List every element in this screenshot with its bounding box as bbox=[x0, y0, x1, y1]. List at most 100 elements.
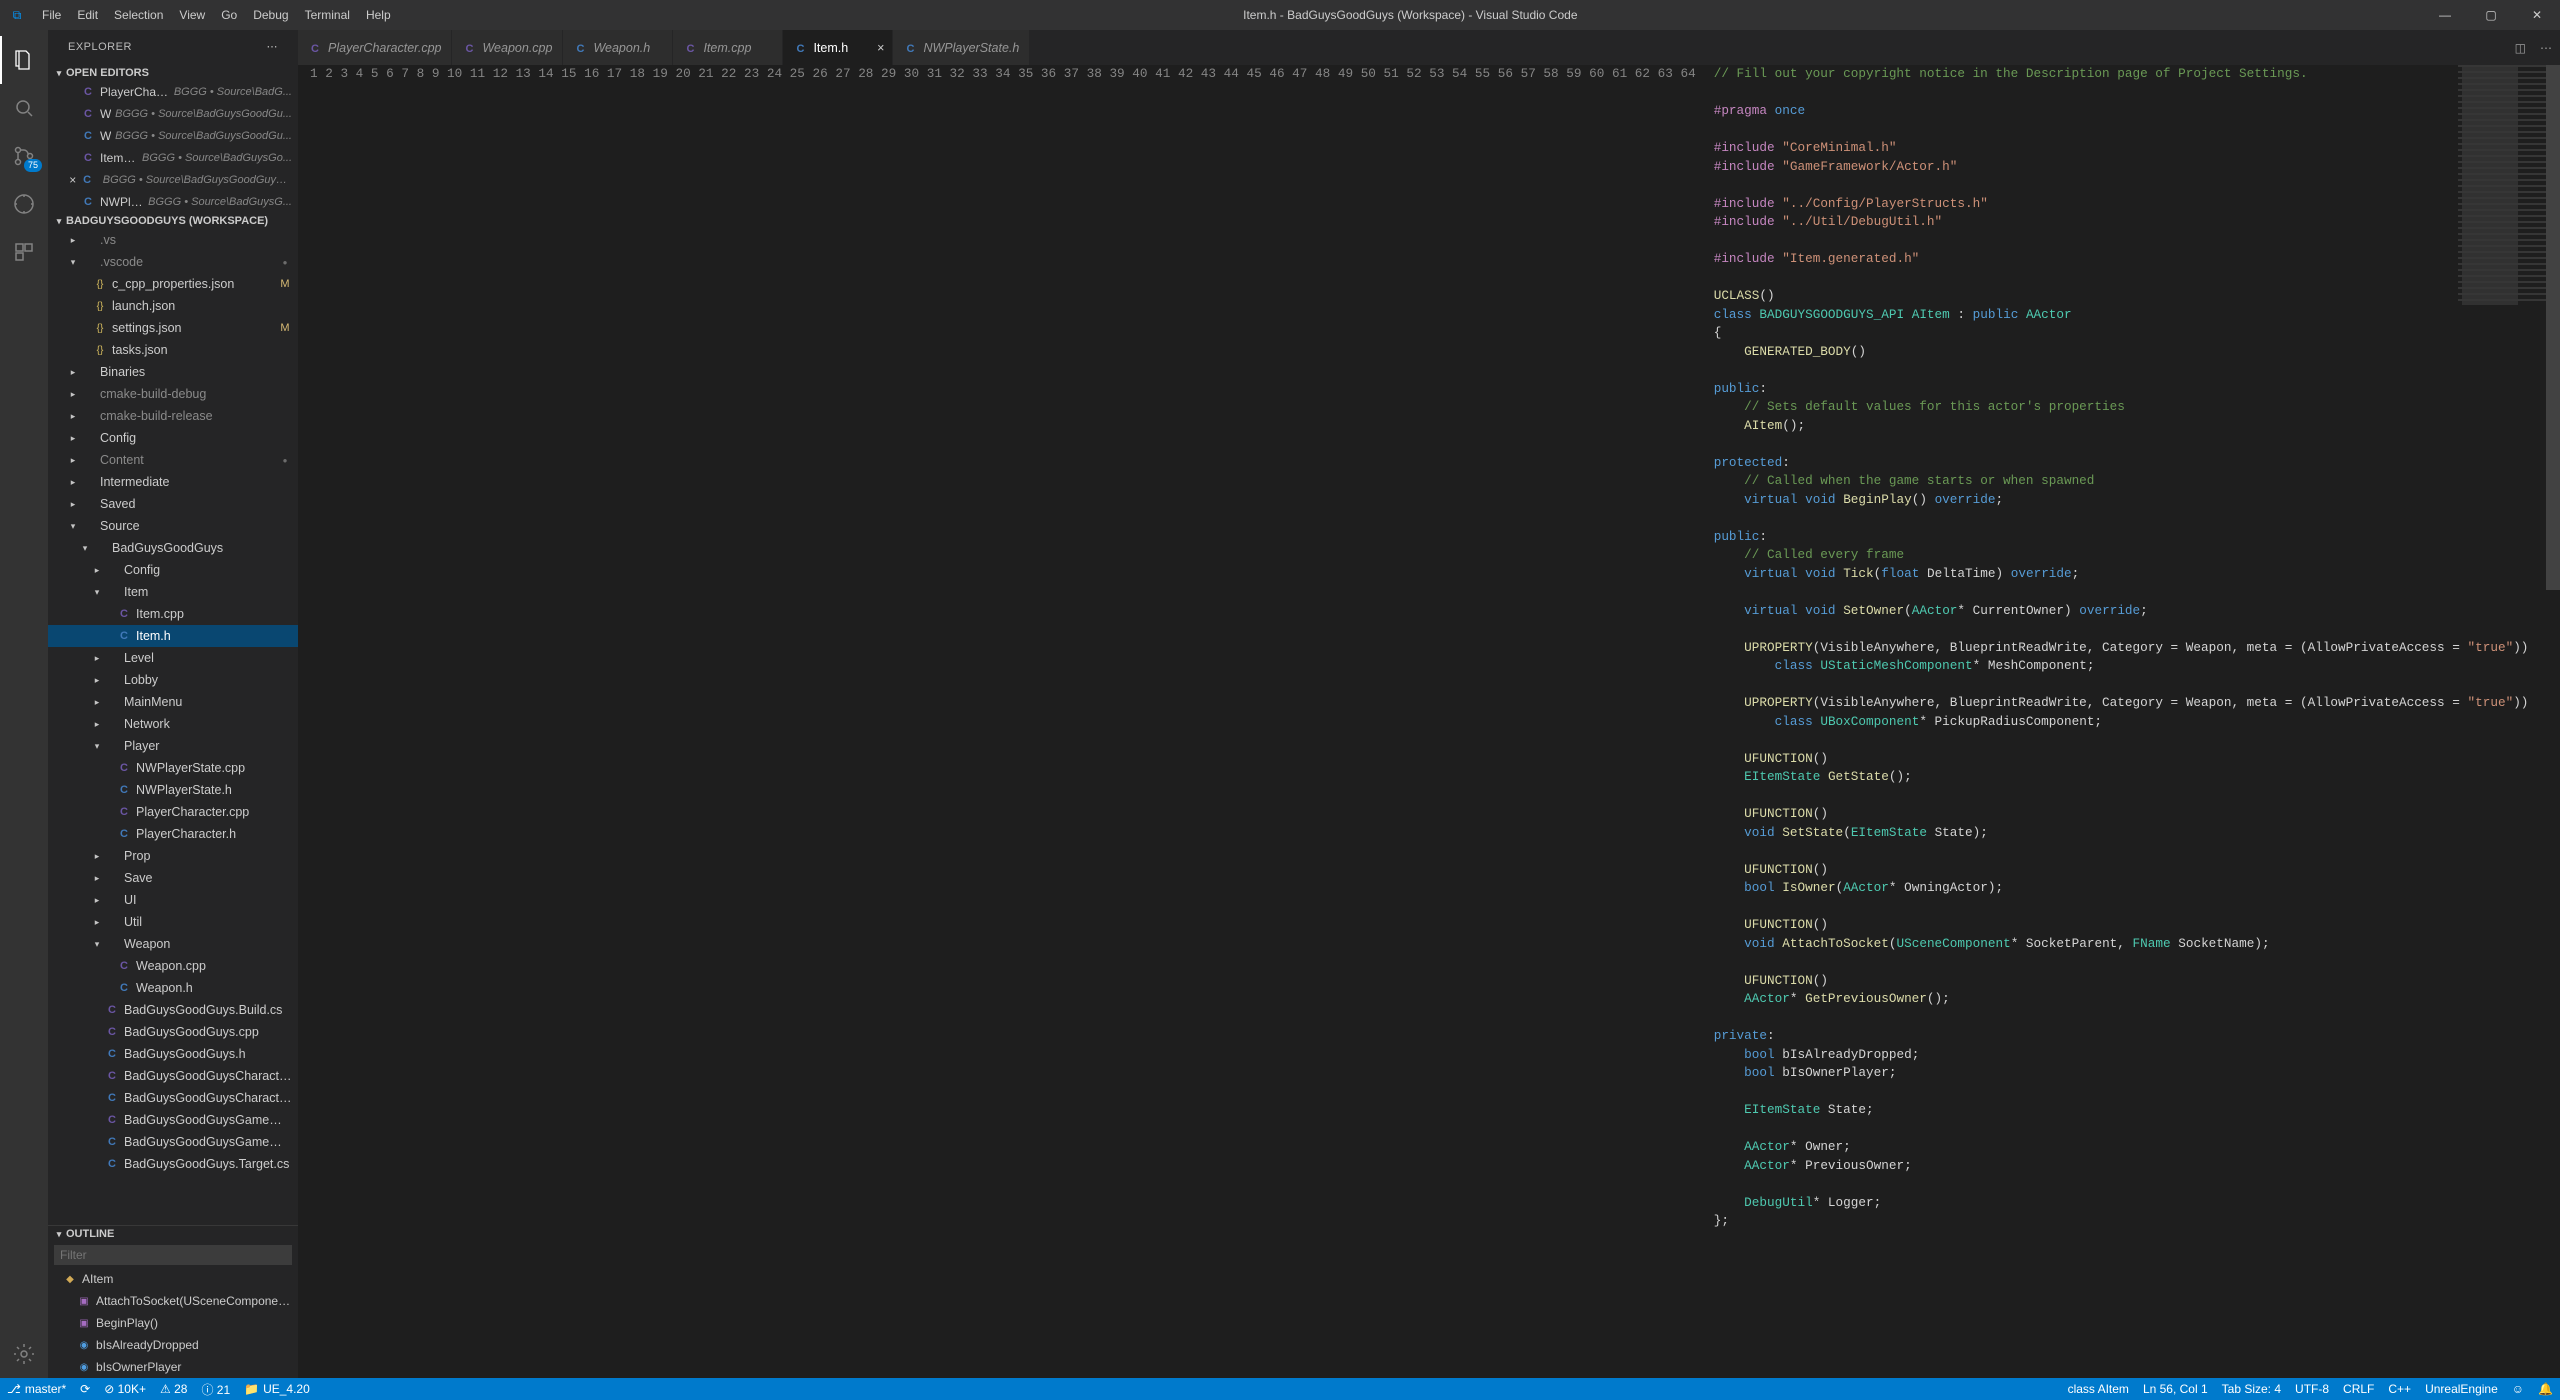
file-item[interactable]: BadGuysGoodGuys.Build.cs bbox=[48, 999, 298, 1021]
status-cursor-pos[interactable]: Ln 56, Col 1 bbox=[2136, 1378, 2215, 1400]
code-editor[interactable]: 1 2 3 4 5 6 7 8 9 10 11 12 13 14 15 16 1… bbox=[298, 65, 2560, 1378]
status-warnings[interactable]: ⚠ 28 bbox=[153, 1378, 194, 1400]
open-editor-item[interactable]: Item.cppBGGG • Source\BadGuysGo... bbox=[48, 147, 298, 169]
file-item[interactable]: Item.h bbox=[48, 625, 298, 647]
file-item[interactable]: Weapon.h bbox=[48, 977, 298, 999]
file-item[interactable]: PlayerCharacter.h bbox=[48, 823, 298, 845]
file-item[interactable]: PlayerCharacter.cpp bbox=[48, 801, 298, 823]
window-minimize-icon[interactable]: ― bbox=[2422, 0, 2468, 30]
menu-file[interactable]: File bbox=[34, 0, 69, 30]
section-outline[interactable]: ▾OUTLINE bbox=[48, 1225, 298, 1242]
folder-item[interactable]: ▾Item bbox=[48, 581, 298, 603]
editor-tab[interactable]: Item.cpp bbox=[673, 30, 783, 65]
close-icon[interactable]: × bbox=[66, 173, 79, 187]
more-icon[interactable]: ⋯ bbox=[2540, 41, 2552, 55]
editor-tab[interactable]: NWPlayerState.h bbox=[893, 30, 1030, 65]
folder-item[interactable]: ▸cmake-build-debug bbox=[48, 383, 298, 405]
outline-item[interactable]: AttachToSocket(USceneComponent *... bbox=[48, 1290, 298, 1312]
status-language[interactable]: C++ bbox=[2381, 1378, 2418, 1400]
outline-filter-input[interactable] bbox=[54, 1245, 292, 1265]
window-close-icon[interactable]: ✕ bbox=[2514, 0, 2560, 30]
menu-edit[interactable]: Edit bbox=[69, 0, 106, 30]
folder-item[interactable]: ▸Config bbox=[48, 427, 298, 449]
status-branch[interactable]: ⎇ master* bbox=[0, 1378, 73, 1400]
folder-item[interactable]: ▸Intermediate bbox=[48, 471, 298, 493]
file-item[interactable]: BadGuysGoodGuysGameMode.cpp bbox=[48, 1109, 298, 1131]
folder-item[interactable]: ▸Config bbox=[48, 559, 298, 581]
outline-item[interactable]: BeginPlay() bbox=[48, 1312, 298, 1334]
folder-item[interactable]: ▸Util bbox=[48, 911, 298, 933]
menu-selection[interactable]: Selection bbox=[106, 0, 171, 30]
editor-tab[interactable]: Item.h bbox=[783, 30, 893, 65]
status-info[interactable]: ⓘ 21 bbox=[194, 1378, 237, 1400]
status-notifications-icon[interactable]: 🔔 bbox=[2531, 1378, 2560, 1400]
file-item[interactable]: BadGuysGoodGuys.cpp bbox=[48, 1021, 298, 1043]
file-item[interactable]: BadGuysGoodGuysCharacter.h bbox=[48, 1087, 298, 1109]
folder-item[interactable]: ▾Weapon bbox=[48, 933, 298, 955]
menu-go[interactable]: Go bbox=[213, 0, 245, 30]
file-item[interactable]: NWPlayerState.cpp bbox=[48, 757, 298, 779]
folder-item[interactable]: ▾BadGuysGoodGuys bbox=[48, 537, 298, 559]
window-maximize-icon[interactable]: ▢ bbox=[2468, 0, 2514, 30]
file-item[interactable]: tasks.json bbox=[48, 339, 298, 361]
open-editor-item[interactable]: Weapon.hBGGG • Source\BadGuysGoodGu... bbox=[48, 125, 298, 147]
editor-tab[interactable]: Weapon.h bbox=[563, 30, 673, 65]
split-editor-icon[interactable]: ◫ bbox=[2515, 41, 2526, 55]
status-encoding[interactable]: UTF-8 bbox=[2288, 1378, 2336, 1400]
status-folder[interactable]: 📁 UE_4.20 bbox=[237, 1378, 317, 1400]
section-workspace[interactable]: ▾BADGUYSGOODGUYS (WORKSPACE) bbox=[48, 213, 298, 229]
open-editor-item[interactable]: PlayerCharacter.cppBGGG • Source\BadG... bbox=[48, 81, 298, 103]
editor-tab[interactable]: PlayerCharacter.cpp bbox=[298, 30, 452, 65]
file-item[interactable]: BadGuysGoodGuys.h bbox=[48, 1043, 298, 1065]
folder-item[interactable]: ▸Binaries bbox=[48, 361, 298, 383]
folder-item[interactable]: ▸Saved bbox=[48, 493, 298, 515]
status-eol[interactable]: CRLF bbox=[2336, 1378, 2381, 1400]
menu-debug[interactable]: Debug bbox=[245, 0, 296, 30]
folder-item[interactable]: ▸Content● bbox=[48, 449, 298, 471]
editor-tab[interactable]: Weapon.cpp bbox=[452, 30, 563, 65]
open-editor-item[interactable]: ×Item.hBGGG • Source\BadGuysGoodGuys\It.… bbox=[48, 169, 298, 191]
folder-item[interactable]: ▸MainMenu bbox=[48, 691, 298, 713]
outline-item[interactable]: bIsAlreadyDropped bbox=[48, 1334, 298, 1356]
vertical-scrollbar[interactable] bbox=[2546, 65, 2560, 1378]
folder-item[interactable]: ▸.vs bbox=[48, 229, 298, 251]
folder-item[interactable]: ▸Prop bbox=[48, 845, 298, 867]
file-item[interactable]: launch.json bbox=[48, 295, 298, 317]
folder-item[interactable]: ▸cmake-build-release bbox=[48, 405, 298, 427]
outline-item[interactable]: AItem bbox=[48, 1268, 298, 1290]
debug-icon[interactable] bbox=[0, 180, 48, 228]
menu-view[interactable]: View bbox=[171, 0, 213, 30]
folder-item[interactable]: ▾Source bbox=[48, 515, 298, 537]
folder-item[interactable]: ▸Level bbox=[48, 647, 298, 669]
file-item[interactable]: BadGuysGoodGuys.Target.cs bbox=[48, 1153, 298, 1175]
file-item[interactable]: settings.jsonM bbox=[48, 317, 298, 339]
folder-item[interactable]: ▾.vscode● bbox=[48, 251, 298, 273]
folder-item[interactable]: ▸Network bbox=[48, 713, 298, 735]
search-icon[interactable] bbox=[0, 84, 48, 132]
status-sync[interactable]: ⟳ bbox=[73, 1378, 97, 1400]
section-open-editors[interactable]: ▾OPEN EDITORS bbox=[48, 65, 298, 81]
folder-item[interactable]: ▸UI bbox=[48, 889, 298, 911]
menu-terminal[interactable]: Terminal bbox=[297, 0, 358, 30]
status-context[interactable]: class AItem bbox=[2061, 1378, 2136, 1400]
open-editor-item[interactable]: NWPlayerState.hBGGG • Source\BadGuysG... bbox=[48, 191, 298, 213]
file-item[interactable]: BadGuysGoodGuysGameMode.h bbox=[48, 1131, 298, 1153]
file-item[interactable]: NWPlayerState.h bbox=[48, 779, 298, 801]
folder-item[interactable]: ▸Save bbox=[48, 867, 298, 889]
source-control-icon[interactable]: 75 bbox=[0, 132, 48, 180]
status-unreal[interactable]: UnrealEngine bbox=[2418, 1378, 2505, 1400]
file-item[interactable]: Weapon.cpp bbox=[48, 955, 298, 977]
outline-item[interactable]: bIsOwnerPlayer bbox=[48, 1356, 298, 1378]
folder-item[interactable]: ▸Lobby bbox=[48, 669, 298, 691]
settings-gear-icon[interactable] bbox=[0, 1330, 48, 1378]
sidebar-more-icon[interactable]: ⋯ bbox=[267, 30, 279, 65]
file-item[interactable]: Item.cpp bbox=[48, 603, 298, 625]
menu-help[interactable]: Help bbox=[358, 0, 399, 30]
folder-item[interactable]: ▾Player bbox=[48, 735, 298, 757]
explorer-icon[interactable] bbox=[0, 36, 48, 84]
status-errors[interactable]: ⊘ 10K+ bbox=[97, 1378, 153, 1400]
file-item[interactable]: BadGuysGoodGuysCharacter.cpp bbox=[48, 1065, 298, 1087]
status-tab-size[interactable]: Tab Size: 4 bbox=[2215, 1378, 2288, 1400]
extensions-icon[interactable] bbox=[0, 228, 48, 276]
status-feedback-icon[interactable]: ☺ bbox=[2505, 1378, 2531, 1400]
